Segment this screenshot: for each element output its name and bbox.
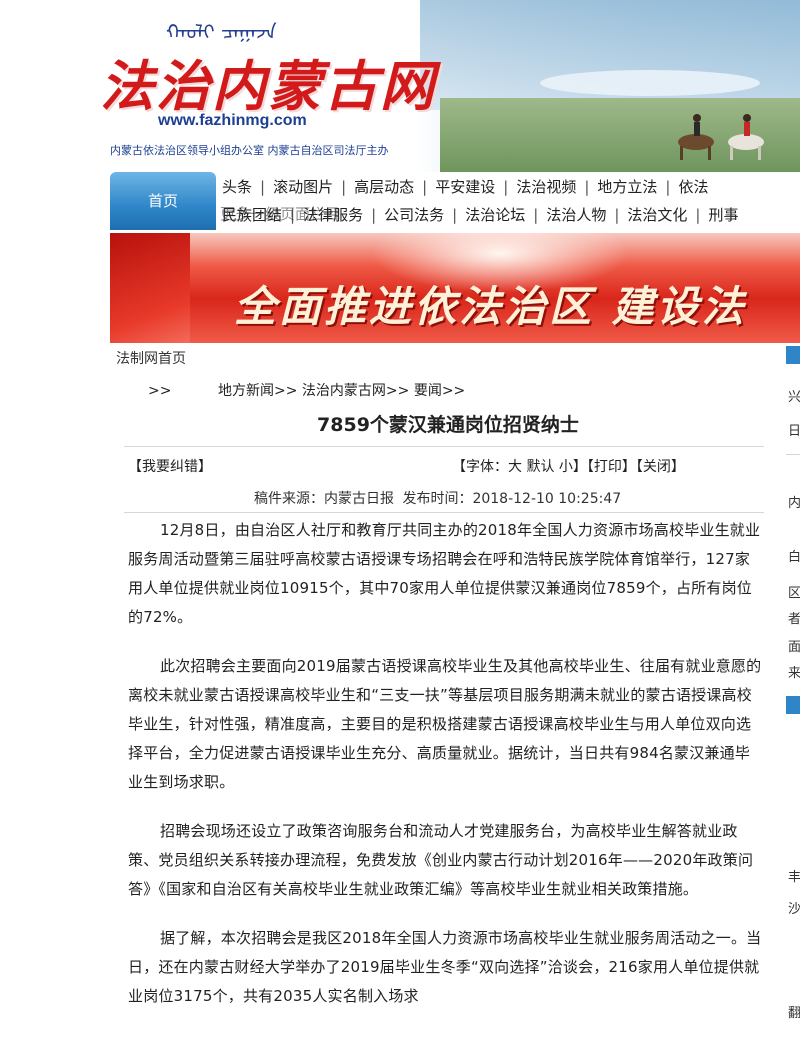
sidebar-header-bar xyxy=(786,346,800,364)
nav-home-tab[interactable]: 首页 xyxy=(110,172,216,230)
nav-separator: | xyxy=(260,178,266,196)
nav-separator: | xyxy=(584,178,590,196)
nav-item-local-legislation[interactable]: 地方立法 xyxy=(597,174,657,200)
nav-item-headlines[interactable]: 头条 xyxy=(222,174,252,200)
font-default-button[interactable]: 默认 xyxy=(526,459,554,475)
sidebar-text[interactable]: 日 xyxy=(788,420,800,439)
slogan-text: 全面推进依法治区 建设法 xyxy=(234,282,747,331)
nav-separator: | xyxy=(695,206,701,224)
header-river xyxy=(540,70,760,96)
site-organization: 内蒙古依法治区领导小组办公室 内蒙古自治区司法厅主办 xyxy=(110,144,389,157)
article-paragraph: 据了解，本次招聘会是我区2018年全国人力资源市场高校毕业生就业服务周活动之一。… xyxy=(128,929,762,1005)
print-button[interactable]: 【打印】 xyxy=(587,459,636,475)
breadcrumb: >> 地方新闻>> 法治内蒙古网>> 要闻>> xyxy=(148,380,465,400)
nav-item-rolling-pictures[interactable]: 滚动图片 xyxy=(273,174,333,200)
article-paragraph: 招聘会现场还设立了政策咨询服务台和流动人才党建服务台，为高校毕业生解答就业政策、… xyxy=(128,822,754,898)
close-button[interactable]: 【关闭】 xyxy=(636,459,685,475)
nav-item-corporate-law[interactable]: 公司法务 xyxy=(384,202,444,228)
site-home-link[interactable]: 法制网首页 xyxy=(116,348,186,368)
sidebar-section-bar xyxy=(786,696,800,714)
nav-separator: | xyxy=(371,206,377,224)
meta-divider xyxy=(124,512,764,513)
article-paragraph: 此次招聘会主要面向2019届蒙古语授课高校毕业生及其他高校毕业生、往届有就业意愿… xyxy=(128,657,762,791)
nav-item-law-video[interactable]: 法治视频 xyxy=(516,174,576,200)
site-url[interactable]: www.fazhinmg.com xyxy=(158,112,307,130)
nav-row-primary: 头条 | 滚动图片 | 高层动态 | 平安建设 | 法治视频 | 地方立法 | 依法 xyxy=(222,174,708,200)
red-flag-graphic xyxy=(110,233,190,343)
article-tools: 【字体：大 默认 小】【打印】【关闭】 xyxy=(452,456,685,476)
main-navigation: 首页 头条 | 滚动图片 | 高层动态 | 平安建设 | 法治视频 | 地方立法 | 依法 民族团结 | 法… xyxy=(110,172,800,230)
nav-separator: | xyxy=(341,178,347,196)
site-logo[interactable]: 法治内蒙古网 xyxy=(100,42,436,121)
nav-separator: | xyxy=(665,178,671,196)
sidebar-divider xyxy=(786,454,800,455)
nav-item-law-forum[interactable]: 法治论坛 xyxy=(465,202,525,228)
report-error-link[interactable]: 【我要纠错】 xyxy=(128,456,212,476)
sidebar-text[interactable]: 白 xyxy=(788,546,800,565)
article-title: 7859个蒙汉兼通岗位招贤纳士 xyxy=(317,414,579,436)
nav-separator: | xyxy=(422,178,428,196)
publish-time: 发布时间：2018-12-10 10:25:47 xyxy=(402,491,622,507)
nav-item-criminal[interactable]: 刑事 xyxy=(708,202,738,228)
nav-overlap-text: 更多一级页面栏目 xyxy=(220,205,341,223)
sidebar-text[interactable]: 翻 xyxy=(788,1002,800,1021)
right-sidebar: 兴 日 内 白 区 者 面 来 丰 沙 翻 xyxy=(786,346,800,1064)
font-size-label: 【字体： xyxy=(452,459,508,475)
nav-item-high-level[interactable]: 高层动态 xyxy=(354,174,414,200)
nav-separator: | xyxy=(533,206,539,224)
nav-separator: | xyxy=(614,206,620,224)
sidebar-text[interactable]: 区 xyxy=(788,582,800,601)
nav-item-law-culture[interactable]: 法治文化 xyxy=(627,202,687,228)
sidebar-text[interactable]: 内 xyxy=(788,492,800,511)
horse-riders-image xyxy=(678,114,764,160)
sidebar-text[interactable]: 兴 xyxy=(788,386,800,405)
mongolian-script-title: ᠬᠠᠤᠯᠢ ᠴᠠᠭᠠᠵᠠ xyxy=(166,20,277,44)
nav-item-peace-building[interactable]: 平安建设 xyxy=(435,174,495,200)
nav-item-law-figures[interactable]: 法治人物 xyxy=(546,202,606,228)
sidebar-text[interactable]: 面 xyxy=(788,636,800,655)
nav-item-rule-by-law[interactable]: 依法 xyxy=(678,174,708,200)
sidebar-text[interactable]: 丰 xyxy=(788,866,800,885)
article-meta: 稿件来源：内蒙古日报 发布时间：2018-12-10 10:25:47 xyxy=(254,488,625,508)
nav-separator: | xyxy=(452,206,458,224)
breadcrumb-path[interactable]: 地方新闻>> 法治内蒙古网>> 要闻>> xyxy=(218,383,465,399)
sidebar-text[interactable]: 沙 xyxy=(788,898,800,917)
font-small-button[interactable]: 小】 xyxy=(559,459,587,475)
site-header: ᠬᠠᠤᠯᠢ ᠴᠠᠭᠠᠵᠠ 法治内蒙古网 www.fazhinmg.com 内蒙古… xyxy=(0,0,800,172)
sidebar-text[interactable]: 来 xyxy=(788,662,800,681)
title-divider xyxy=(124,446,764,447)
slogan-banner: 全面推进依法治区 建设法 xyxy=(110,233,800,343)
breadcrumb-lead: >> xyxy=(148,383,172,399)
article-source: 稿件来源：内蒙古日报 xyxy=(254,491,394,507)
article-paragraph: 12月8日，由自治区人社厅和教育厅共同主办的2018年全国人力资源市场高校毕业生… xyxy=(128,521,761,626)
article-body: 12月8日，由自治区人社厅和教育厅共同主办的2018年全国人力资源市场高校毕业生… xyxy=(128,516,764,1031)
nav-separator: | xyxy=(503,178,509,196)
sidebar-text[interactable]: 者 xyxy=(788,608,800,627)
font-large-button[interactable]: 大 xyxy=(508,459,522,475)
